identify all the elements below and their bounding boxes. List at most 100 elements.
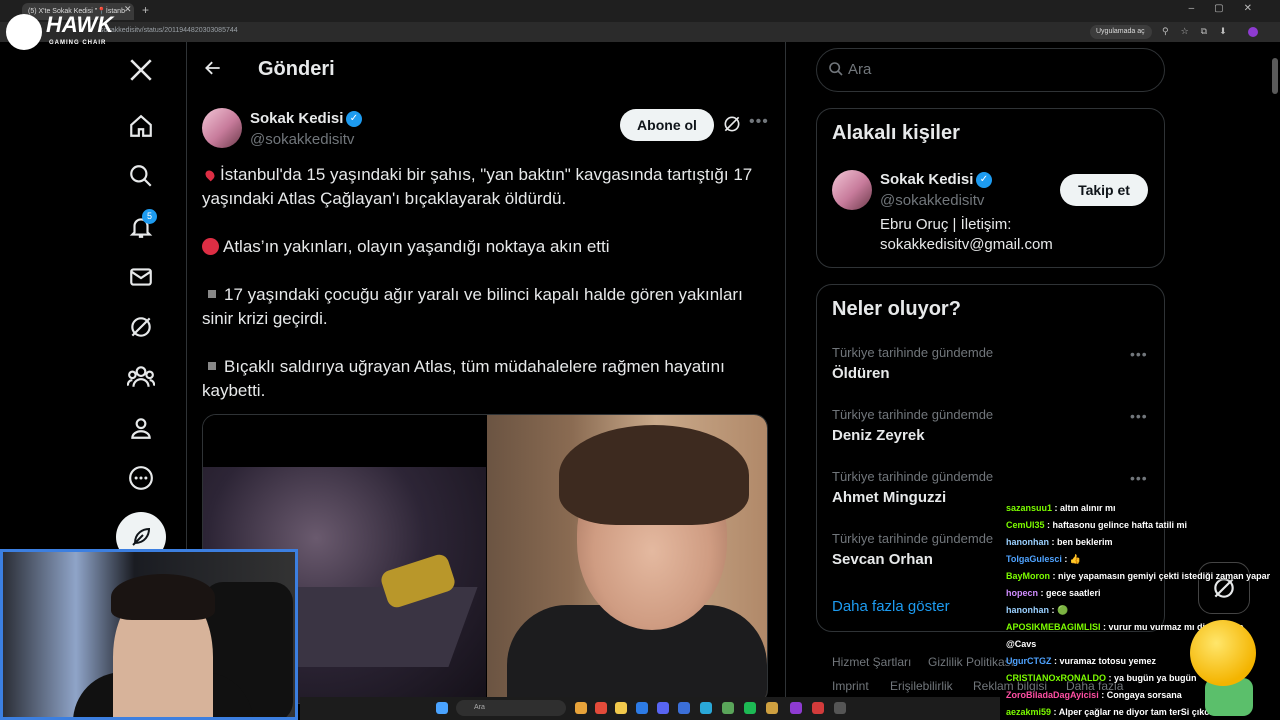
scrollbar-thumb[interactable] [1272, 58, 1278, 94]
chat-separator: : [1051, 656, 1060, 666]
taskbar-app-icon[interactable] [812, 702, 824, 714]
address-bar[interactable]: sokakkedisitv/status/2011944820303085744… [0, 22, 1280, 42]
messages-icon[interactable] [126, 262, 156, 292]
communities-icon[interactable] [126, 362, 156, 392]
feather-icon [132, 527, 151, 546]
chat-text: @Cavs [1006, 639, 1037, 649]
column-divider-right [785, 42, 786, 702]
author-avatar[interactable] [202, 108, 242, 148]
taskbar-app-icon[interactable] [766, 702, 778, 714]
trend-more-icon[interactable]: ••• [1130, 470, 1148, 486]
chat-text: 🟢 [1057, 605, 1069, 615]
trend-context[interactable]: Türkiye tarihinde gündemde [832, 469, 993, 484]
taskbar-app-icon[interactable] [700, 702, 712, 714]
post-line-2: Atlas’ın yakınları, olayın yaşandığı nok… [202, 235, 772, 259]
related-bio-line-1: Ebru Oruç | İletişim: [880, 216, 1012, 233]
footer-terms-link[interactable]: Hizmet Şartları [832, 655, 911, 669]
footer-privacy-link[interactable]: Gizlilik Politikası [928, 655, 1014, 669]
post-line-3: 17 yaşındaki çocuğu ağır yaralı ve bilin… [202, 283, 772, 331]
hair-shape [559, 425, 749, 525]
taskbar-app-icon[interactable] [722, 702, 734, 714]
related-handle[interactable]: @sokakkedisitv [880, 192, 984, 209]
window-controls[interactable]: –▢✕ [1189, 3, 1272, 14]
grok-icon[interactable] [126, 312, 156, 342]
search-icon[interactable] [126, 161, 156, 191]
more-options-icon[interactable] [126, 463, 156, 493]
footer-imprint-link[interactable]: Imprint [832, 679, 869, 693]
hawk-brand: HAWK [46, 12, 114, 37]
post-line-4: Bıçaklı saldırıya uğrayan Atlas, tüm müd… [202, 355, 772, 403]
chat-username: APOSIKMEBAGIMLISI [1006, 622, 1101, 632]
post-more-icon[interactable]: ••• [749, 113, 769, 131]
taskbar-edge-icon[interactable] [636, 702, 648, 714]
related-name[interactable]: Sokak Kedisi [880, 171, 973, 188]
new-tab-icon[interactable]: + [142, 3, 149, 17]
browser-toolbar-icons[interactable]: ⚲☆⧉⬇ [1162, 26, 1239, 37]
chat-message: hanonhan : ben beklerim [1006, 534, 1280, 551]
taskbar-discord-icon[interactable] [657, 702, 669, 714]
related-people-title: Alakalı kişiler [832, 122, 960, 144]
chat-separator: : [1038, 588, 1047, 598]
open-in-app-button[interactable]: Uygulamada aç [1090, 25, 1152, 39]
chat-username: hopecn [1006, 588, 1039, 598]
taskbar-app-icon[interactable] [575, 702, 587, 714]
back-arrow-icon[interactable] [203, 58, 223, 83]
show-more-link[interactable]: Daha fazla göster [832, 598, 950, 615]
emote-face [1190, 620, 1256, 686]
chat-text: vuramaz totosu yemez [1059, 656, 1157, 666]
trend-context[interactable]: Türkiye tarihinde gündemde [832, 531, 993, 546]
chat-separator: : [1061, 554, 1070, 564]
hawk-sub: GAMING CHAIR [49, 40, 107, 46]
taskbar-app-icon[interactable] [790, 702, 802, 714]
windows-start-icon[interactable] [436, 702, 448, 714]
author-name[interactable]: Sokak Kedisi [250, 110, 343, 127]
chat-username: CemUl35 [1006, 520, 1045, 530]
chat-text: Alper çağlar ne diyor tam terSi çıkcak [1058, 707, 1220, 717]
x-logo-icon[interactable] [126, 55, 156, 85]
trend-context[interactable]: Türkiye tarihinde gündemde [832, 407, 993, 422]
trend-name[interactable]: Ahmet Minguzzi [832, 489, 946, 506]
url-text[interactable]: sokakkedisitv/status/2011944820303085744 [100, 27, 238, 34]
related-avatar[interactable] [832, 170, 872, 210]
taskbar-folder-icon[interactable] [615, 702, 627, 714]
taskbar-search-label: Ara [474, 704, 485, 711]
taskbar-search[interactable]: Ara [456, 700, 566, 716]
trend-name[interactable]: Öldüren [832, 365, 890, 382]
chat-separator: : [1049, 605, 1057, 615]
square-bullet-icon [208, 290, 216, 298]
related-bio-line-2[interactable]: sokakkedisitv@gmail.com [880, 236, 1053, 253]
chat-separator: : [1106, 673, 1115, 683]
tab-close-icon[interactable]: ✕ [124, 4, 132, 15]
chat-message: TolgaGulesci : 👍 [1006, 551, 1280, 568]
trend-more-icon[interactable]: ••• [1130, 408, 1148, 424]
follow-button[interactable]: Takip et [1060, 174, 1148, 206]
chat-username: UgurCTGZ [1006, 656, 1052, 666]
grok-explain-icon[interactable] [722, 114, 742, 139]
taskbar-app-icon[interactable] [678, 702, 690, 714]
trend-more-icon[interactable]: ••• [1130, 346, 1148, 362]
footer-accessibility-link[interactable]: Erişilebilirlik [890, 679, 953, 693]
profile-avatar[interactable] [1248, 27, 1258, 37]
search-icon [828, 61, 844, 82]
author-handle[interactable]: @sokakkedisitv [250, 131, 354, 148]
trend-name[interactable]: Sevcan Orhan [832, 551, 933, 568]
chat-separator: : [1051, 707, 1059, 717]
taskbar-chrome-icon[interactable] [595, 702, 607, 714]
taskbar-app-icon[interactable] [834, 702, 846, 714]
open-in-app-label: Uygulamada aç [1096, 28, 1145, 35]
profile-icon[interactable] [126, 413, 156, 443]
trend-name[interactable]: Deniz Zeyrek [832, 427, 925, 444]
home-icon[interactable] [126, 111, 156, 141]
trends-title: Neler oluyor? [832, 298, 961, 320]
post-line-3-text: 17 yaşındaki çocuğu ağır yaralı ve bilin… [202, 285, 743, 328]
chat-text: gece saatleri [1046, 588, 1101, 598]
trend-context[interactable]: Türkiye tarihinde gündemde [832, 345, 993, 360]
search-placeholder: Ara [848, 61, 872, 78]
streamer-hair [111, 574, 215, 620]
taskbar-spotify-icon[interactable] [744, 702, 756, 714]
chat-separator: : [1050, 571, 1059, 581]
chat-message: CemUl35 : haftasonu gelince hafta tatili… [1006, 517, 1280, 534]
media-image-portrait[interactable] [487, 415, 767, 703]
subscribe-button[interactable]: Abone ol [620, 109, 714, 141]
square-bullet-icon [208, 362, 216, 370]
